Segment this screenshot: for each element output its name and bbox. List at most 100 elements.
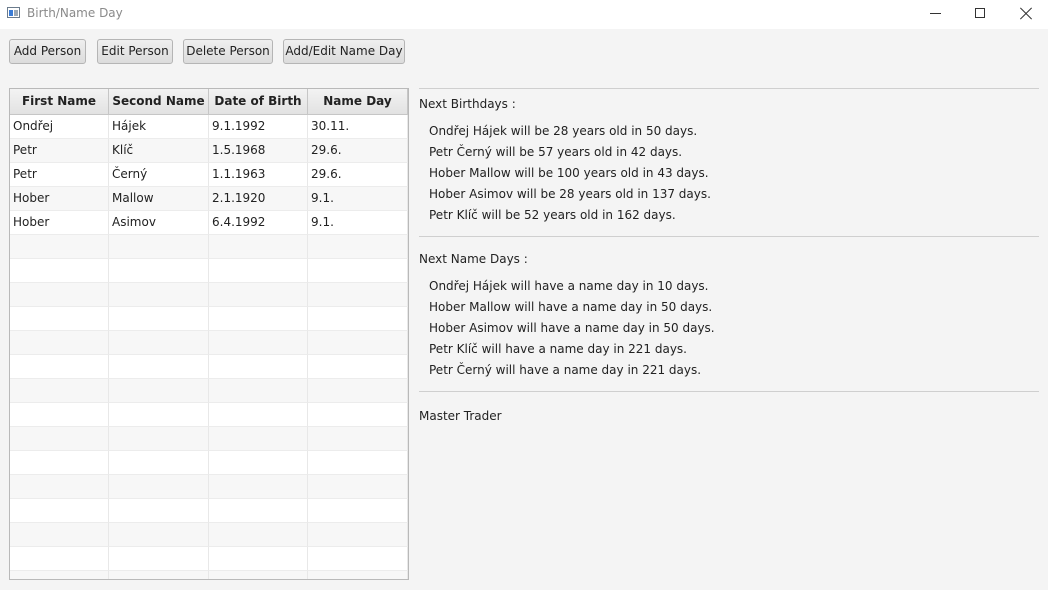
minimize-icon — [930, 13, 941, 14]
empty-table-row — [10, 355, 408, 379]
table-cell: 1.5.1968 — [209, 139, 308, 163]
next-name-days-title: Next Name Days : — [419, 252, 528, 266]
table-cell: Hájek — [109, 115, 209, 139]
close-button[interactable] — [1003, 0, 1048, 29]
empty-table-row — [10, 547, 408, 571]
birthday-item: Hober Asimov will be 28 years old in 137… — [429, 187, 711, 201]
table-cell — [109, 451, 209, 475]
birthday-item: Petr Černý will be 57 years old in 42 da… — [429, 145, 683, 159]
table-cell — [209, 475, 308, 499]
table-cell — [10, 499, 109, 523]
table-body: Ondřej Hájek 9.1.1992 30.11. Petr Klíč 1.5.196… — [10, 115, 408, 579]
delete-person-button[interactable]: Delete Person — [183, 39, 273, 64]
table-cell — [10, 475, 109, 499]
table-header: First Name Second Name Date of Birth Nam… — [10, 89, 408, 115]
table-cell — [109, 571, 209, 579]
name-day-item: Hober Mallow will have a name day in 50 … — [429, 300, 713, 314]
table-cell: 6.4.1992 — [209, 211, 308, 235]
name-day-item: Petr Černý will have a name day in 221 d… — [429, 363, 702, 377]
table-cell — [209, 259, 308, 283]
table-cell — [10, 451, 109, 475]
table-cell — [10, 307, 109, 331]
table-cell — [109, 379, 209, 403]
empty-table-row — [10, 331, 408, 355]
name-day-item: Ondřej Hájek will have a name day in 10 … — [429, 279, 709, 293]
table-cell — [10, 427, 109, 451]
table-row[interactable]: Petr Klíč 1.5.1968 29.6. — [10, 139, 408, 163]
minimize-button[interactable] — [913, 0, 959, 29]
table-cell — [10, 355, 109, 379]
close-icon — [1020, 8, 1032, 20]
table-cell — [209, 403, 308, 427]
table-cell: Hober — [10, 187, 109, 211]
edit-person-button[interactable]: Edit Person — [97, 39, 173, 64]
table-cell — [308, 499, 408, 523]
table-cell — [109, 259, 209, 283]
table-cell — [109, 523, 209, 547]
app-window-icon — [7, 7, 20, 18]
table-cell — [308, 331, 408, 355]
column-header-name-day[interactable]: Name Day — [308, 89, 408, 114]
table-cell — [10, 523, 109, 547]
table-cell — [109, 283, 209, 307]
table-cell: Asimov — [109, 211, 209, 235]
table-cell — [209, 523, 308, 547]
column-header-second-name[interactable]: Second Name — [109, 89, 209, 114]
table-cell — [109, 475, 209, 499]
table-cell — [109, 331, 209, 355]
birthday-item: Hober Mallow will be 100 years old in 43… — [429, 166, 709, 180]
table-cell — [308, 259, 408, 283]
birthdays-list: Ondřej Hájek will be 28 years old in 50 … — [429, 121, 711, 226]
persons-table[interactable]: First Name Second Name Date of Birth Nam… — [9, 88, 409, 580]
table-cell: 2.1.1920 — [209, 187, 308, 211]
table-cell: 1.1.1963 — [209, 163, 308, 187]
table-cell — [308, 427, 408, 451]
table-cell: Klíč — [109, 139, 209, 163]
empty-table-row — [10, 283, 408, 307]
table-cell — [10, 331, 109, 355]
column-header-first-name[interactable]: First Name — [10, 89, 109, 114]
table-cell — [308, 451, 408, 475]
empty-table-row — [10, 451, 408, 475]
add-person-button[interactable]: Add Person — [9, 39, 86, 64]
table-cell — [109, 403, 209, 427]
table-cell — [308, 475, 408, 499]
next-birthdays-title: Next Birthdays : — [419, 97, 516, 111]
table-cell — [109, 547, 209, 571]
table-cell — [209, 283, 308, 307]
name-day-item: Hober Asimov will have a name day in 50 … — [429, 321, 715, 335]
table-row[interactable]: Hober Mallow 2.1.1920 9.1. — [10, 187, 408, 211]
table-cell — [10, 547, 109, 571]
name-days-list: Ondřej Hájek will have a name day in 10 … — [429, 276, 715, 381]
table-cell — [10, 259, 109, 283]
table-cell — [209, 355, 308, 379]
table-cell: Petr — [10, 139, 109, 163]
table-cell: Černý — [109, 163, 209, 187]
empty-table-row — [10, 523, 408, 547]
table-cell — [308, 283, 408, 307]
table-cell — [109, 355, 209, 379]
table-row[interactable]: Hober Asimov 6.4.1992 9.1. — [10, 211, 408, 235]
birthday-item: Petr Klíč will be 52 years old in 162 da… — [429, 208, 676, 222]
column-header-date-of-birth[interactable]: Date of Birth — [209, 89, 308, 114]
add-edit-name-day-button[interactable]: Add/Edit Name Day — [283, 39, 405, 64]
table-cell — [209, 235, 308, 259]
table-cell: Mallow — [109, 187, 209, 211]
title-bar: Birth/Name Day — [0, 0, 1048, 29]
empty-table-row — [10, 379, 408, 403]
divider — [419, 391, 1039, 392]
maximize-button[interactable] — [958, 0, 1004, 29]
table-cell — [10, 235, 109, 259]
table-cell — [308, 307, 408, 331]
table-row[interactable]: Ondřej Hájek 9.1.1992 30.11. — [10, 115, 408, 139]
table-cell: 29.6. — [308, 139, 408, 163]
table-cell — [209, 331, 308, 355]
table-cell: Hober — [10, 211, 109, 235]
table-cell — [109, 499, 209, 523]
table-cell: 30.11. — [308, 115, 408, 139]
table-cell — [308, 355, 408, 379]
table-row[interactable]: Petr Černý 1.1.1963 29.6. — [10, 163, 408, 187]
empty-table-row — [10, 475, 408, 499]
birthday-item: Ondřej Hájek will be 28 years old in 50 … — [429, 124, 698, 138]
empty-table-row — [10, 403, 408, 427]
